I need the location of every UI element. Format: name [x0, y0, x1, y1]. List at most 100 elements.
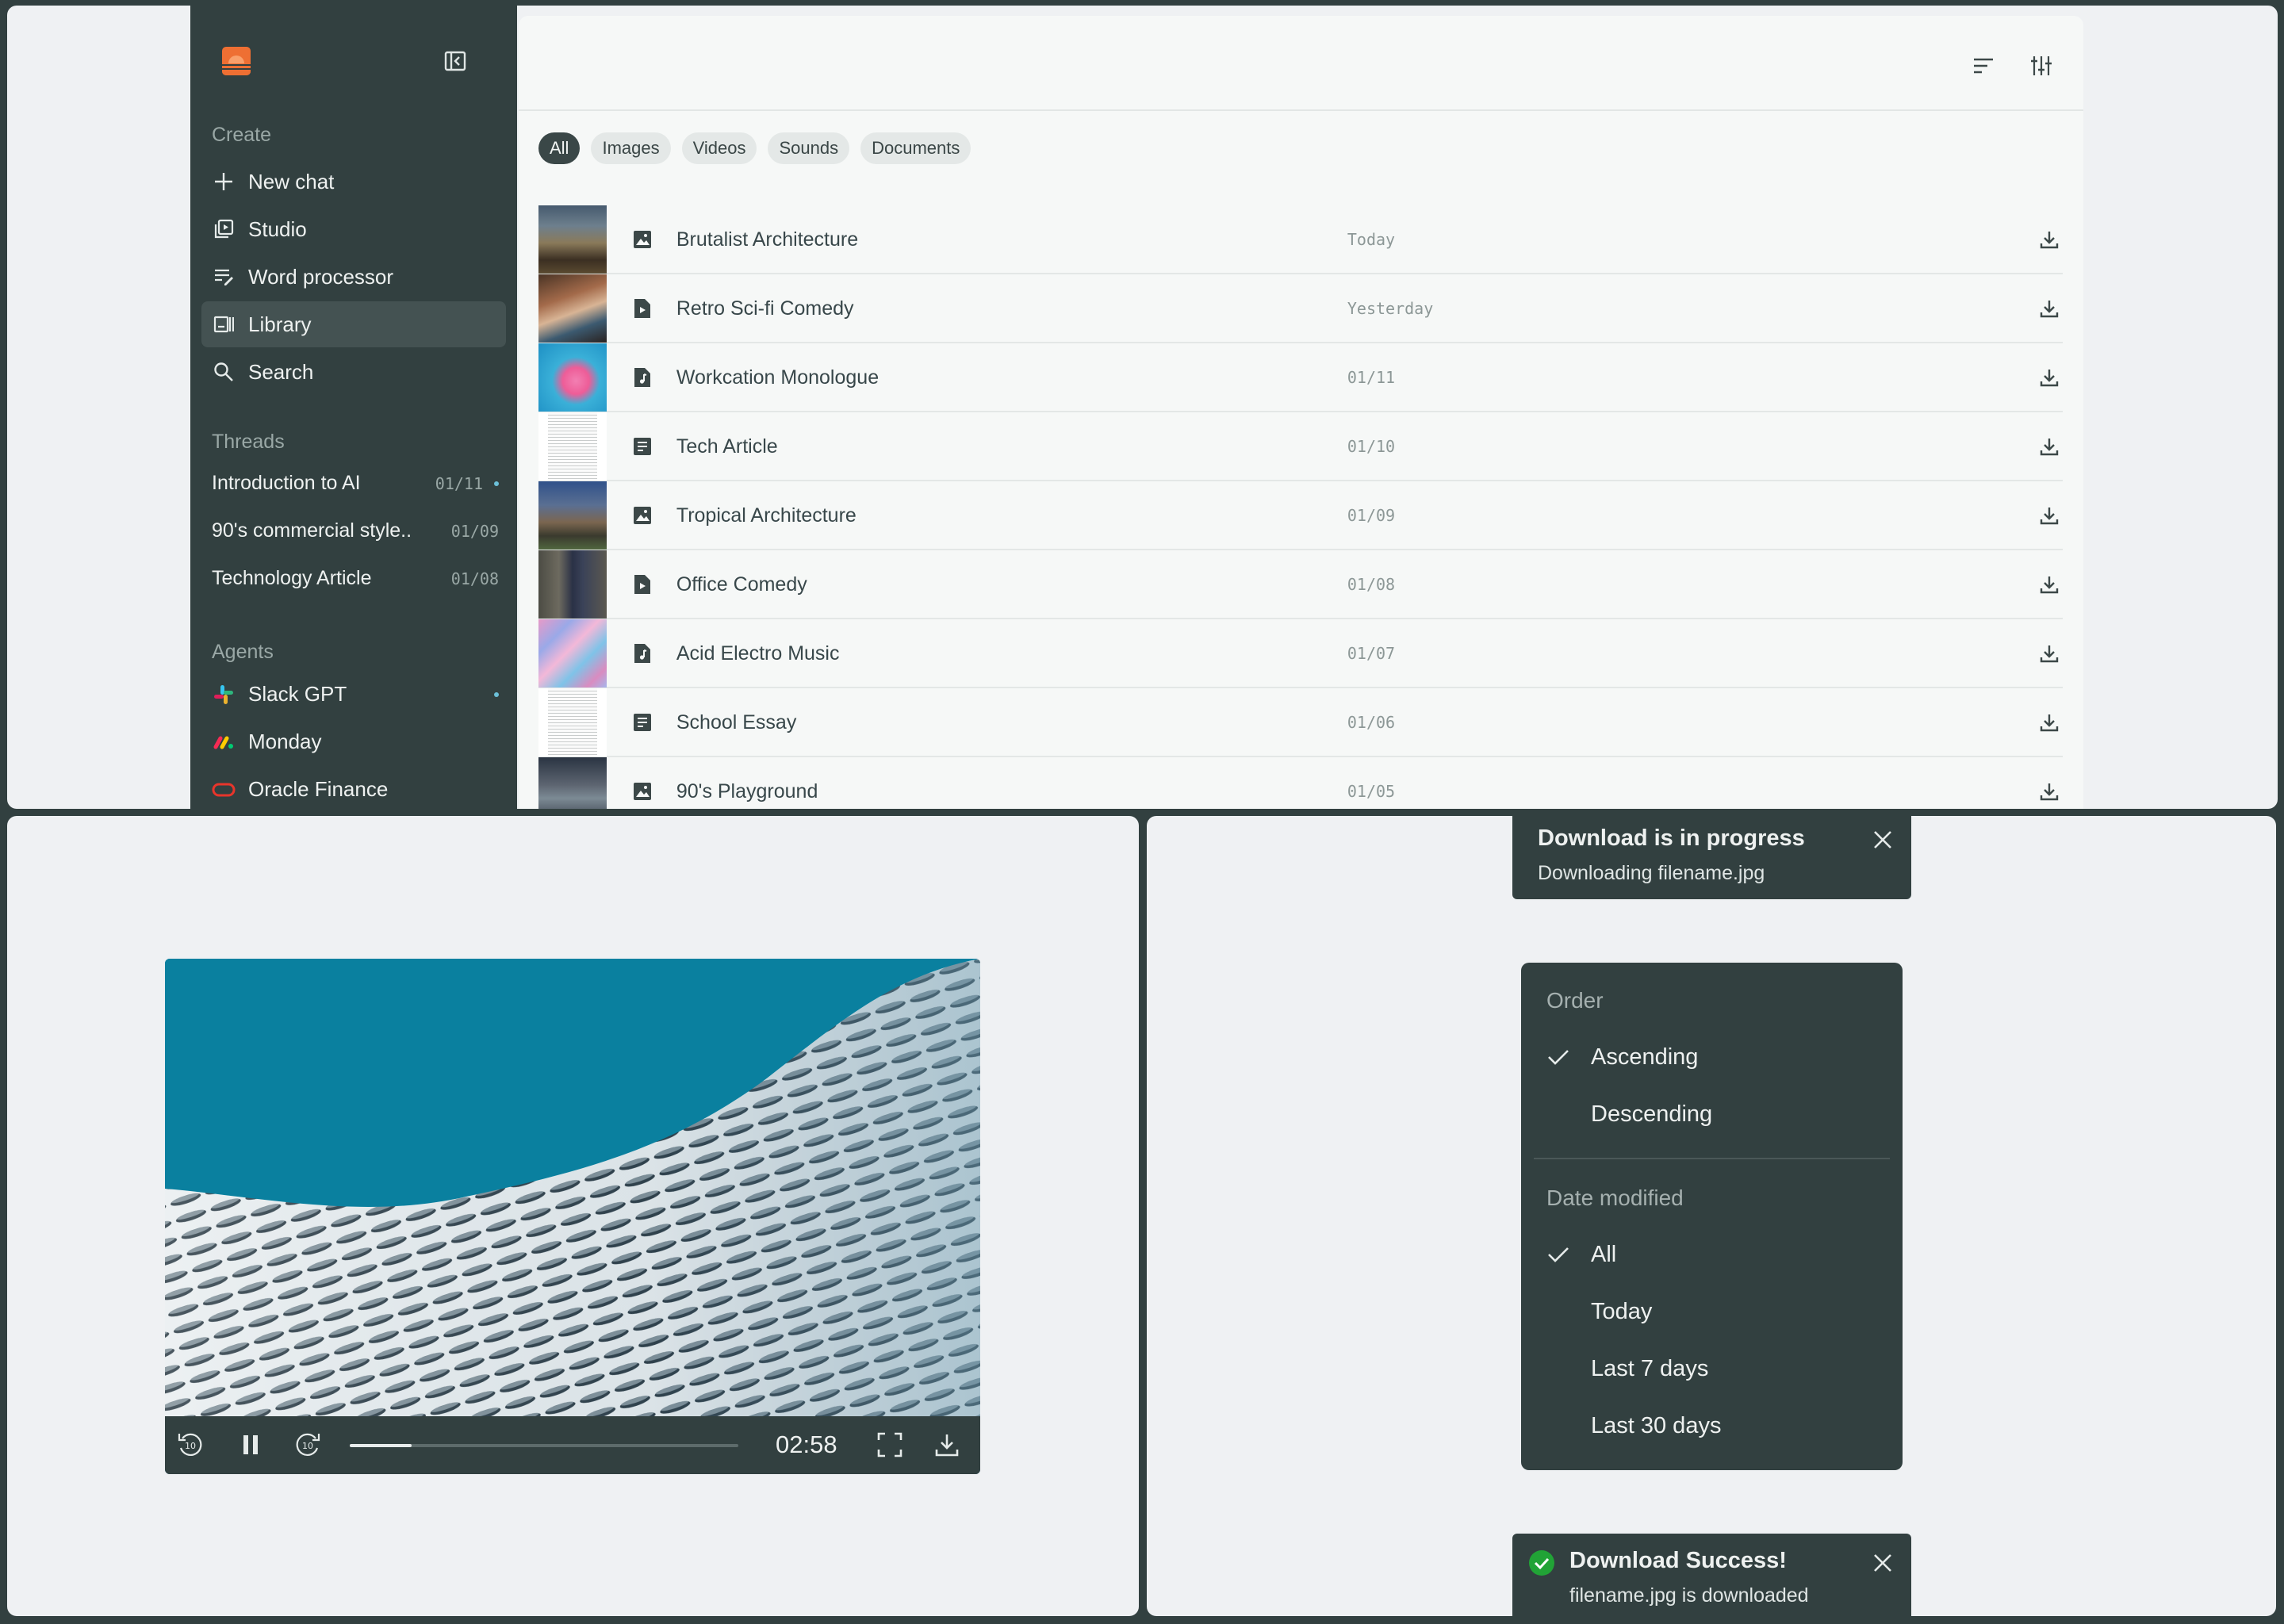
item-name: Office Comedy — [676, 573, 807, 596]
menu-item-descending[interactable]: Descending — [1591, 1101, 1712, 1128]
agent-slack-gpt[interactable]: Slack GPT — [212, 682, 499, 707]
filter-chip-all[interactable]: All — [538, 132, 581, 164]
oracle-icon — [212, 778, 236, 802]
library-row[interactable]: 90's Playground 01/05 — [538, 757, 2063, 809]
agent-name: Slack GPT — [248, 682, 347, 706]
nav-studio[interactable]: Studio — [201, 206, 506, 252]
nav-label: Library — [248, 312, 312, 336]
unread-dot — [494, 691, 499, 697]
download-icon[interactable] — [2036, 640, 2063, 667]
library-row[interactable]: School Essay 01/06 — [538, 688, 2063, 757]
filter-sliders-icon[interactable] — [2027, 52, 2056, 80]
date-modified-heading: Date modified — [1546, 1185, 1684, 1210]
item-date: Today — [1347, 230, 1396, 249]
filter-chip-images[interactable]: Images — [591, 132, 671, 164]
thread-name: Technology Article — [212, 567, 372, 589]
order-heading: Order — [1546, 988, 1604, 1013]
fullscreen-icon[interactable] — [874, 1429, 906, 1461]
menu-item-last-30-days[interactable]: Last 30 days — [1591, 1413, 1721, 1439]
item-date: 01/10 — [1347, 437, 1396, 456]
menu-item-today[interactable]: Today — [1591, 1299, 1652, 1325]
sidebar: Create New chat Studio Word processor Li… — [190, 6, 517, 809]
filter-chip-videos[interactable]: Videos — [681, 132, 757, 164]
collapse-sidebar-icon[interactable] — [444, 51, 466, 71]
library-row[interactable]: Retro Sci-fi Comedy Yesterday — [538, 274, 2063, 343]
download-icon[interactable] — [2036, 571, 2063, 598]
library-main: All Images Videos Sounds Documents Bruta… — [519, 16, 2083, 809]
download-icon[interactable] — [2036, 502, 2063, 529]
threads-heading: Threads — [212, 431, 285, 453]
item-date: Yesterday — [1347, 299, 1434, 318]
library-row[interactable]: Brutalist Architecture Today — [538, 205, 2063, 274]
progress-fill — [350, 1444, 412, 1447]
library-row[interactable]: Office Comedy 01/08 — [538, 550, 2063, 619]
sort-menu-panel: Download is in progress Downloading file… — [1147, 816, 2276, 1616]
download-icon[interactable] — [2036, 364, 2063, 391]
menu-item-all[interactable]: All — [1591, 1242, 1616, 1268]
pause-icon[interactable] — [235, 1429, 266, 1461]
library-row[interactable]: Workcation Monologue 01/11 — [538, 343, 2063, 412]
library-row[interactable]: Tech Article 01/10 — [538, 412, 2063, 481]
download-icon[interactable] — [2036, 226, 2063, 253]
nav-label: Search — [248, 359, 314, 384]
rewind-10-icon[interactable]: 10 — [174, 1429, 206, 1461]
download-icon[interactable] — [2036, 433, 2063, 460]
thread-date: 01/09 — [450, 521, 499, 541]
nav-label: New chat — [248, 169, 335, 193]
thumbnail-image — [538, 343, 607, 412]
svg-text:10: 10 — [302, 1441, 313, 1451]
item-date: 01/07 — [1347, 644, 1396, 663]
app-logo[interactable] — [222, 47, 251, 75]
svg-text:10: 10 — [185, 1441, 196, 1451]
document-icon — [630, 710, 654, 734]
close-icon[interactable] — [1871, 1551, 1895, 1575]
item-name: Tech Article — [676, 435, 778, 458]
video-file-icon — [630, 297, 654, 320]
monday-icon — [212, 730, 236, 754]
thumbnail-image — [538, 412, 607, 481]
menu-item-ascending[interactable]: Ascending — [1591, 1044, 1698, 1071]
unread-dot — [494, 481, 499, 486]
filter-chip-sounds[interactable]: Sounds — [768, 132, 850, 164]
thread-item[interactable]: Technology Article 01/08 — [212, 567, 499, 590]
library-row[interactable]: Acid Electro Music 01/07 — [538, 619, 2063, 688]
download-icon[interactable] — [931, 1429, 963, 1461]
thread-item[interactable]: 90's commercial style.. 01/09 — [212, 519, 499, 542]
agent-oracle-finance[interactable]: Oracle Finance — [212, 777, 499, 802]
toast-title: Download Success! — [1569, 1548, 1787, 1573]
menu-item-last-7-days[interactable]: Last 7 days — [1591, 1356, 1708, 1382]
create-heading: Create — [212, 124, 272, 146]
video-frame — [165, 959, 980, 1416]
nav-word-processor[interactable]: Word processor — [201, 254, 506, 300]
nav-new-chat[interactable]: New chat — [201, 159, 506, 205]
progress-bar[interactable] — [350, 1444, 738, 1447]
item-name: Tropical Architecture — [676, 504, 856, 527]
video-controls: 10 10 02:58 — [165, 1416, 980, 1474]
close-icon[interactable] — [1871, 828, 1895, 852]
sort-icon[interactable] — [1969, 52, 1998, 80]
plus-icon — [212, 170, 236, 193]
forward-10-icon[interactable]: 10 — [292, 1429, 324, 1461]
thumbnail-image — [538, 688, 607, 756]
nav-label: Word processor — [248, 264, 394, 289]
library-row[interactable]: Tropical Architecture 01/09 — [538, 481, 2063, 550]
download-icon[interactable] — [2036, 778, 2063, 805]
filter-chips: All Images Videos Sounds Documents — [538, 132, 971, 164]
thumbnail-image — [538, 757, 607, 809]
agents-heading: Agents — [212, 641, 274, 663]
filter-chip-documents[interactable]: Documents — [860, 132, 971, 164]
download-icon[interactable] — [2036, 709, 2063, 736]
video-player[interactable]: 10 10 02:58 — [165, 959, 980, 1474]
audio-file-icon — [630, 366, 654, 389]
thread-item[interactable]: Introduction to AI 01/11 — [212, 472, 499, 495]
nav-search[interactable]: Search — [201, 349, 506, 395]
item-name: 90's Playground — [676, 779, 818, 802]
image-icon — [630, 504, 654, 527]
agent-monday[interactable]: Monday — [212, 730, 499, 754]
library-icon — [212, 312, 236, 336]
download-icon[interactable] — [2036, 295, 2063, 322]
thread-date: 01/08 — [450, 569, 499, 588]
menu-divider — [1534, 1158, 1890, 1159]
nav-library[interactable]: Library — [201, 301, 506, 347]
slack-icon — [212, 683, 236, 707]
